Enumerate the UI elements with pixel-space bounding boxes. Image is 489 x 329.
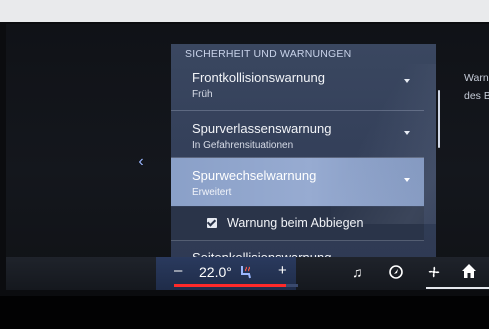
menu-item-title: Spurwechselwarnung <box>192 168 317 183</box>
music-icon[interactable]: ♫ <box>352 264 363 280</box>
active-tab-indicator <box>426 287 489 289</box>
menu-item-spurwechselwarnung[interactable]: Spurwechselwarnung Erweitert <box>171 158 424 206</box>
settings-panel: SICHERHEIT UND WARNUNGEN Frontkollisions… <box>171 44 436 280</box>
navigation-icon[interactable] <box>388 264 404 280</box>
menu-item-title: Frontkollisionswarnung <box>192 70 325 85</box>
menu-item-value: Erweitert <box>192 187 232 198</box>
menu-item-spurverlassenswarnung[interactable]: Spurverlassenswarnung In Gefahrensituati… <box>171 111 424 158</box>
infotainment-screen: ‹ SICHERHEIT UND WARNUNGEN Frontkollisio… <box>6 24 489 290</box>
scrollbar[interactable] <box>438 90 440 148</box>
temperature-level-bar <box>174 284 298 287</box>
info-text-line: des B <box>464 90 489 102</box>
chevron-down-icon <box>404 131 410 135</box>
menu-item-value: In Gefahrensituationen <box>192 140 294 151</box>
chevron-down-icon <box>404 79 410 83</box>
chevron-down-icon <box>404 178 410 182</box>
temperature-increase-button[interactable]: + <box>278 262 287 279</box>
checkbox-checked-icon[interactable] <box>206 217 217 228</box>
menu-item-value: Früh <box>192 89 213 100</box>
info-text-line: Warnu <box>464 72 489 84</box>
home-icon[interactable] <box>460 262 478 280</box>
panel-header: SICHERHEIT UND WARNUNGEN <box>185 48 352 60</box>
seat-heating-icon[interactable] <box>238 264 254 280</box>
checkbox-row-warnung-beim-abbiegen[interactable]: Warnung beim Abbiegen <box>171 207 424 241</box>
temperature-value[interactable]: 22.0° <box>199 264 232 280</box>
temperature-decrease-button[interactable]: – <box>174 262 182 279</box>
temperature-level-fill <box>174 284 286 287</box>
menu-item-title: Spurverlassenswarnung <box>192 121 332 136</box>
menu-item-frontkollisionswarnung[interactable]: Frontkollisionswarnung Früh <box>171 62 424 111</box>
checkbox-label: Warnung beim Abbiegen <box>227 216 364 230</box>
fan-icon[interactable] <box>426 264 442 280</box>
dashboard-trim <box>0 296 489 329</box>
back-chevron-icon[interactable]: ‹ <box>133 152 149 172</box>
